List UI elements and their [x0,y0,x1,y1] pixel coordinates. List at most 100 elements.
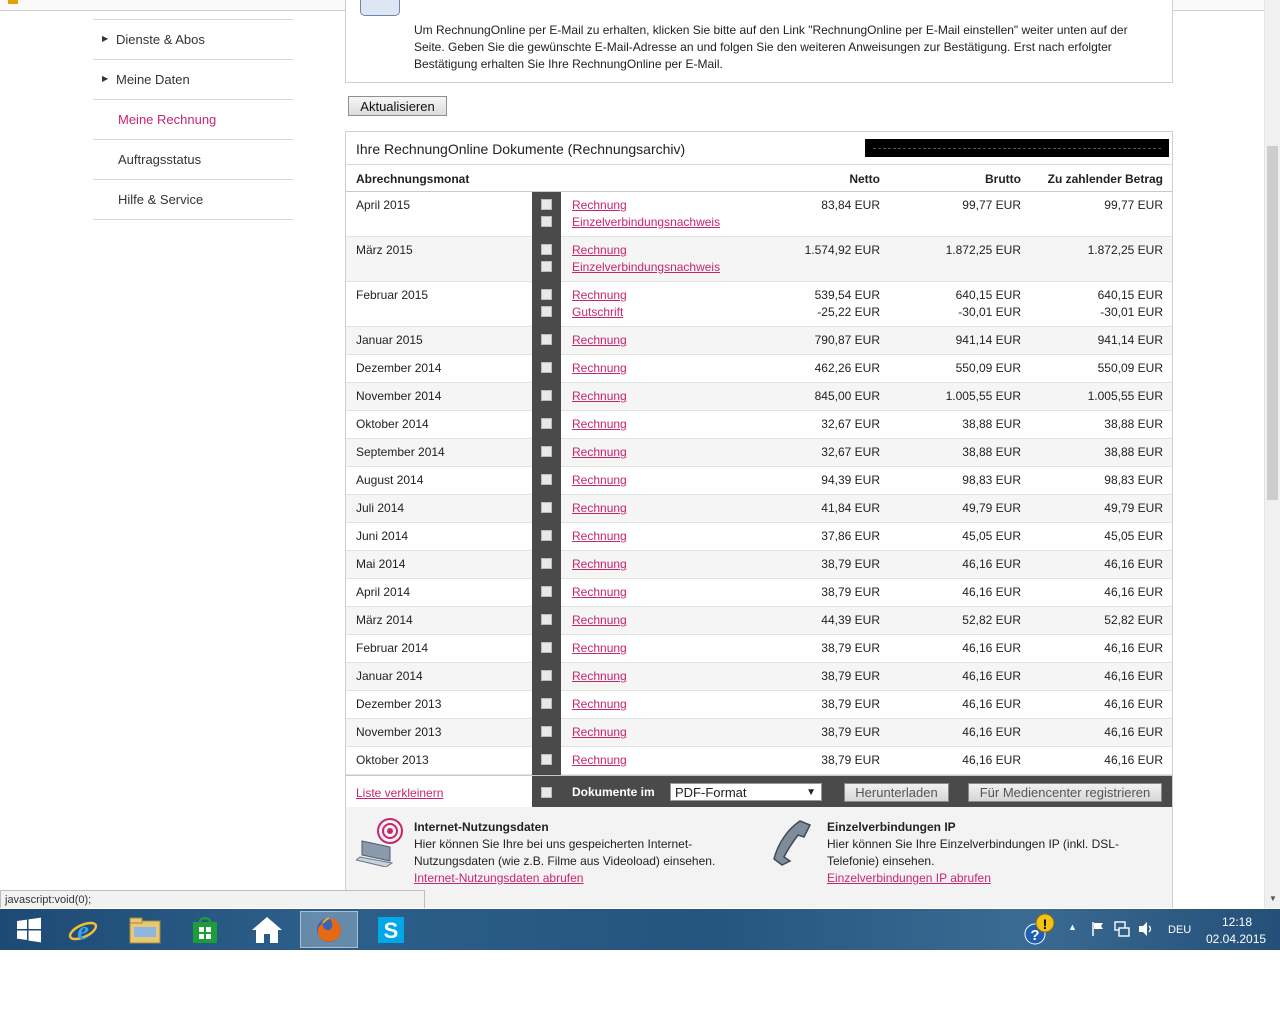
document-link[interactable]: Rechnung [572,529,627,543]
checkbox-column [532,383,561,411]
document-checkbox[interactable] [541,670,552,681]
col-month: Abrechnungsmonat [356,172,470,186]
document-link[interactable]: Rechnung [572,243,627,257]
cell-brutto: 46,16 EUR [962,557,1021,571]
secondary-document-link[interactable]: Einzelverbindungsnachweis [572,215,720,229]
select-all-checkbox[interactable] [541,787,552,798]
document-checkbox[interactable] [541,530,552,541]
taskbar-firefox[interactable] [300,911,358,948]
cell-zahl: 49,79 EUR [1104,501,1163,515]
scrollbar-thumb[interactable] [1267,146,1278,500]
document-link[interactable]: Rechnung [572,585,627,599]
scroll-down-arrow-icon[interactable]: ▼ [1269,894,1277,903]
taskbar-internet-explorer[interactable]: e [54,911,112,948]
input-language[interactable]: DEU [1168,924,1191,936]
checkbox-column [532,635,561,663]
document-link[interactable]: Rechnung [572,753,627,767]
internet-usage-title: Internet-Nutzungsdaten [414,820,549,834]
secondary-document-link[interactable]: Einzelverbindungsnachweis [572,260,720,274]
document-checkbox[interactable] [541,586,552,597]
document-checkbox[interactable] [541,216,552,227]
ip-connections-link[interactable]: Einzelverbindungen IP abrufen [827,870,1187,887]
taskbar-file-explorer[interactable] [116,911,174,948]
document-checkbox[interactable] [541,614,552,625]
document-checkbox[interactable] [541,754,552,765]
checkbox-column [532,691,561,719]
document-checkbox[interactable] [541,334,552,345]
register-mediencenter-button[interactable]: Für Mediencenter registrieren [968,783,1162,802]
document-checkbox[interactable] [541,199,552,210]
sidebar-item-auftragsstatus[interactable]: Auftragsstatus [93,140,293,180]
secondary-document-link[interactable]: Gutschrift [572,305,623,319]
document-checkbox[interactable] [541,698,552,709]
document-checkbox[interactable] [541,474,552,485]
action-center-warning-icon[interactable]: ? ! [1024,913,1056,947]
internet-explorer-icon: e [68,916,98,945]
taskbar-skype[interactable]: S [362,911,420,948]
internet-usage-link[interactable]: Internet-Nutzungsdaten abrufen [414,870,774,887]
clock-time[interactable]: 12:18 [1222,915,1252,929]
document-link[interactable]: Rechnung [572,697,627,711]
sidebar-item-meine-rechnung[interactable]: Meine Rechnung [93,100,293,140]
cell-zahl: 99,77 EUR [1104,198,1163,212]
document-checkbox[interactable] [541,418,552,429]
page-scrollbar[interactable]: ▼ [1264,0,1280,908]
document-checkbox[interactable] [541,306,552,317]
sidebar-item-hilfe-service[interactable]: Hilfe & Service [93,180,293,220]
download-button[interactable]: Herunterladen [844,783,949,802]
document-link[interactable]: Rechnung [572,501,627,515]
cell-zahl: 550,09 EUR [1097,361,1163,375]
document-link[interactable]: Rechnung [572,445,627,459]
tray-expand-icon[interactable]: ▲ [1068,922,1077,932]
ip-connections-desc-2: Telefonie) einsehen. [827,854,935,868]
network-icon[interactable] [1113,920,1131,938]
archive-header: Ihre RechnungOnline Dokumente (Rechnungs… [346,132,1172,165]
format-select[interactable]: PDF-Format ▼ [670,783,822,801]
clock-date[interactable]: 02.04.2015 [1206,932,1266,946]
sidebar-item-label: Meine Rechnung [118,112,217,127]
document-link[interactable]: Rechnung [572,361,627,375]
document-checkbox[interactable] [541,390,552,401]
cell-brutto: 98,83 EUR [962,473,1021,487]
document-link[interactable]: Rechnung [572,417,627,431]
document-checkbox[interactable] [541,446,552,457]
document-checkbox[interactable] [541,726,552,737]
table-row: Februar 2014 Rechnung 38,79 EUR 46,16 EUR 46… [346,635,1172,663]
document-checkbox[interactable] [541,558,552,569]
taskbar-home[interactable] [238,911,296,948]
document-checkbox[interactable] [541,261,552,272]
document-link[interactable]: Rechnung [572,725,627,739]
flag-icon[interactable] [1090,921,1106,937]
cell-zahl: 45,05 EUR [1104,529,1163,543]
row-month: Juni 2014 [356,529,409,543]
cell-netto: 41,84 EUR [821,501,880,515]
sidebar-item-dienste-abos[interactable]: ▶ Dienste & Abos [93,19,293,60]
document-link[interactable]: Rechnung [572,669,627,683]
row-month: Oktober 2014 [356,417,429,431]
document-link[interactable]: Rechnung [572,473,627,487]
row-month: November 2013 [356,725,442,739]
start-button[interactable] [0,911,58,948]
volume-icon[interactable] [1137,920,1155,938]
taskbar-store[interactable] [176,911,234,948]
document-checkbox[interactable] [541,244,552,255]
document-link[interactable]: Rechnung [572,389,627,403]
document-checkbox[interactable] [541,289,552,300]
document-link[interactable]: Rechnung [572,288,627,302]
document-link[interactable]: Rechnung [572,557,627,571]
cell-brutto: 1.872,25 EUR [945,243,1021,257]
bookmark-icon[interactable] [8,0,18,4]
document-checkbox[interactable] [541,502,552,513]
shrink-list-link[interactable]: Liste verkleinern [356,786,443,800]
document-checkbox[interactable] [541,362,552,373]
sidebar-item-meine-daten[interactable]: ▶ Meine Daten [93,60,293,100]
documents-label: Dokumente im [572,785,655,799]
document-link[interactable]: Rechnung [572,613,627,627]
document-link[interactable]: Rechnung [572,641,627,655]
redacted-account-bar [865,139,1169,157]
document-link[interactable]: Rechnung [572,333,627,347]
refresh-button[interactable]: Aktualisieren [348,96,447,116]
document-link[interactable]: Rechnung [572,198,627,212]
table-row: Juni 2014 Rechnung 37,86 EUR 45,05 EUR 45,05… [346,523,1172,551]
document-checkbox[interactable] [541,642,552,653]
